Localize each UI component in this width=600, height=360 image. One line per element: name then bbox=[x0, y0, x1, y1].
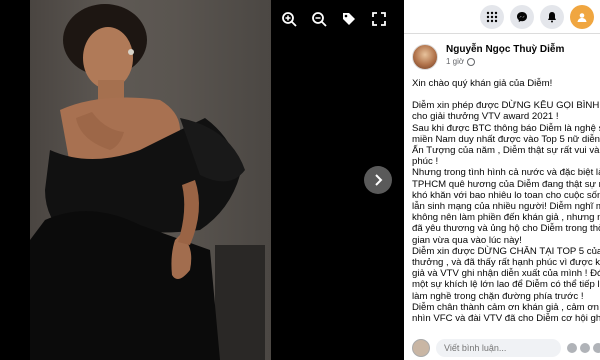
post-line: Nhưng trong tình hình cả nước và đặc biệ… bbox=[412, 167, 600, 179]
post-line: thưởng , và đã thấy rất hạnh phúc vì đượ… bbox=[412, 257, 600, 269]
comment-bar bbox=[404, 336, 600, 360]
author-avatar[interactable] bbox=[412, 44, 438, 70]
post-time-text[interactable]: 1 giờ bbox=[446, 57, 464, 66]
chevron-right-icon bbox=[375, 174, 383, 186]
camera-icon[interactable] bbox=[580, 343, 590, 353]
post-line: không nên làm phiền đến khán giả , nhưng… bbox=[412, 212, 600, 224]
menu-grid-icon[interactable] bbox=[480, 4, 504, 29]
post-text: Xin chào quý khán giả của Diễm! Diễm xin … bbox=[404, 70, 600, 324]
viewer-toolbar bbox=[278, 8, 390, 30]
post-line: một sự khích lệ lớn lao để Diễm có thể t… bbox=[412, 279, 600, 291]
commenter-avatar bbox=[412, 339, 430, 357]
author-name[interactable]: Nguyễn Ngọc Thuỳ Diễm bbox=[446, 44, 564, 55]
gif-icon[interactable] bbox=[593, 343, 600, 353]
notifications-icon[interactable] bbox=[540, 4, 564, 29]
post-panel: Nguyễn Ngọc Thuỳ Diễm 1 giờ Xin chào quý… bbox=[404, 0, 600, 360]
zoom-out-icon[interactable] bbox=[308, 8, 330, 30]
post-line: giả và VTV ghi nhận diễn xuất của mình !… bbox=[412, 268, 600, 280]
post-line: Xin chào quý khán giả của Diễm! bbox=[412, 78, 553, 89]
next-photo-button[interactable] bbox=[364, 166, 392, 194]
top-navigation bbox=[404, 0, 600, 34]
post-line: Diễm xin được DỪNG CHÂN TẠI TOP 5 của gi… bbox=[412, 245, 600, 257]
post-line: Diễm chân thành cảm ơn khán giả , cảm ơn… bbox=[412, 301, 600, 313]
globe-icon bbox=[467, 57, 476, 66]
post-line: khó khăn với bao nhiêu lo toan cho cuộc … bbox=[412, 189, 600, 201]
post-line: cho giải thưởng VTV award 2021 ! bbox=[412, 111, 559, 123]
post-line: Diễm xin phép được DỪNG KÊU GỌI BÌNH CHỌ bbox=[412, 100, 600, 112]
profile-avatar-icon[interactable] bbox=[570, 4, 594, 29]
post-timestamp: 1 giờ bbox=[446, 57, 564, 66]
post-line: làm nghề trong chặn đường phía trước ! bbox=[412, 290, 584, 302]
emoji-icon[interactable] bbox=[567, 343, 577, 353]
post-line: gian vừa qua vào lúc này! bbox=[412, 234, 522, 246]
comment-input[interactable] bbox=[436, 339, 561, 357]
post-line: phúc ! bbox=[412, 156, 439, 168]
comment-tools bbox=[567, 343, 600, 353]
tag-icon[interactable] bbox=[338, 8, 360, 30]
post-line: Sau khi được BTC thông báo Diễm là nghệ … bbox=[412, 122, 600, 134]
zoom-in-icon[interactable] bbox=[278, 8, 300, 30]
post-line: TPHCM quê hương của Diễm đang thật sự rấ… bbox=[412, 178, 600, 190]
post-line: đã yêu thương và ủng hộ cho Diễm trong t… bbox=[412, 223, 600, 235]
post-photo[interactable] bbox=[30, 0, 271, 360]
photo-viewer bbox=[0, 0, 404, 360]
post-line: nhìn VFC và đài VTV đã cho Diễm cơ hội g… bbox=[412, 313, 600, 325]
post-line: lẫn sinh mạng của nhiều người! Diễm nghĩ… bbox=[412, 201, 600, 213]
photo-illustration bbox=[30, 4, 265, 360]
messenger-icon[interactable] bbox=[510, 4, 534, 29]
fullscreen-icon[interactable] bbox=[368, 8, 390, 30]
post-header: Nguyễn Ngọc Thuỳ Diễm 1 giờ bbox=[404, 34, 600, 70]
post-line: miền Nam duy nhất được vào Top 5 nữ diễn… bbox=[412, 133, 600, 145]
post-line: Ấn Tượng của năm , Diễm thật sự rất vui … bbox=[412, 145, 600, 157]
